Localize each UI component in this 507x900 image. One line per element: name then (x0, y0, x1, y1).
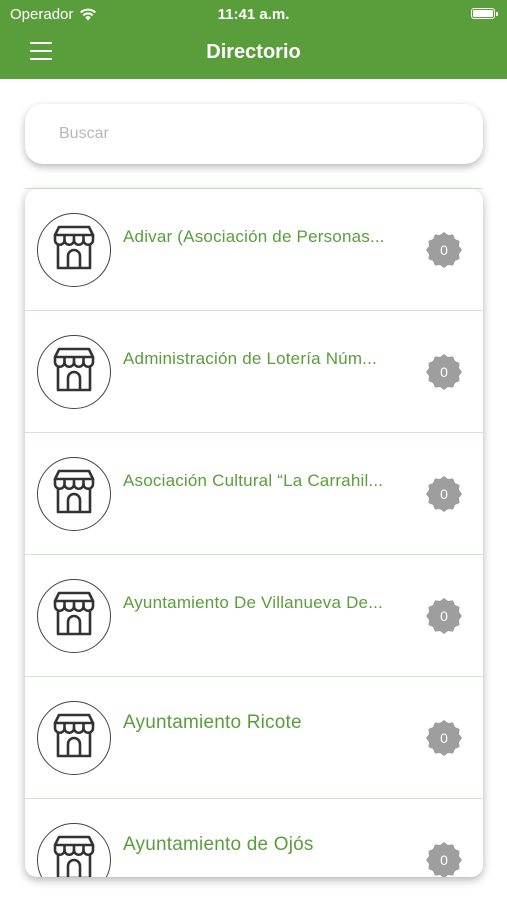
list-item-title: Ayuntamiento De Villanueva De... (123, 593, 383, 612)
search-bar (25, 104, 483, 164)
shop-icon (49, 711, 99, 766)
navigation-bar: Directorio (0, 28, 507, 79)
list-item-title: Ayuntamiento Ricote (123, 712, 302, 733)
count-badge: 0 (425, 475, 463, 513)
count-badge: 0 (425, 597, 463, 635)
avatar (37, 823, 111, 877)
shop-icon (49, 223, 99, 278)
shop-icon (49, 345, 99, 400)
avatar (37, 213, 111, 287)
avatar (37, 579, 111, 653)
app-header: Operador 11:41 a.m. Directorio (0, 0, 507, 79)
shop-icon (49, 833, 99, 877)
list-item-title: Administración de Lotería Núm... (123, 349, 377, 368)
list-item[interactable]: Administración de Lotería Núm... 0 (25, 311, 483, 433)
list-item[interactable]: Ayuntamiento de Ojós 0 (25, 799, 483, 877)
avatar (37, 701, 111, 775)
count-badge: 0 (425, 719, 463, 757)
count-value: 0 (440, 730, 448, 746)
list-item-title: Asociación Cultural “La Carrahil... (123, 471, 384, 490)
list-item[interactable]: Adivar (Asociación de Personas... 0 (25, 189, 483, 311)
avatar (37, 335, 111, 409)
shop-icon (49, 589, 99, 644)
list-item[interactable]: Ayuntamiento De Villanueva De... 0 (25, 555, 483, 677)
page-title: Directorio (206, 41, 301, 63)
count-value: 0 (440, 852, 448, 868)
count-value: 0 (440, 608, 448, 624)
count-badge: 0 (425, 353, 463, 391)
count-value: 0 (440, 486, 448, 502)
count-value: 0 (440, 242, 448, 258)
list-item[interactable]: Ayuntamiento Ricote 0 (25, 677, 483, 799)
search-input[interactable] (25, 104, 483, 164)
status-bar: Operador 11:41 a.m. (0, 0, 507, 28)
avatar (37, 457, 111, 531)
status-time: 11:41 a.m. (217, 6, 290, 23)
shop-icon (49, 467, 99, 522)
directory-list: Adivar (Asociación de Personas... 0 Admini… (25, 189, 483, 877)
count-value: 0 (440, 364, 448, 380)
battery-icon (471, 8, 498, 19)
count-badge: 0 (425, 231, 463, 269)
list-item-title: Adivar (Asociación de Personas... (123, 227, 385, 246)
count-badge: 0 (425, 841, 463, 877)
list-item-title: Ayuntamiento de Ojós (123, 834, 314, 855)
list-item[interactable]: Asociación Cultural “La Carrahil... 0 (25, 433, 483, 555)
